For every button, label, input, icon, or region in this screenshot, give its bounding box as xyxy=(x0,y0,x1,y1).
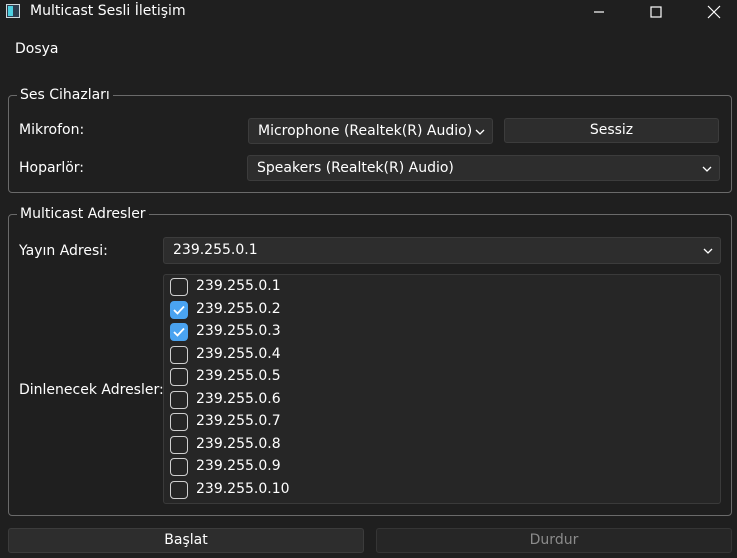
list-item[interactable]: 239.255.0.10 xyxy=(170,480,370,501)
multicast-group: Multicast Adresler Yayın Adresi: 239.255… xyxy=(8,206,732,516)
stop-button-label: Durdur xyxy=(529,532,579,548)
address-checkbox[interactable] xyxy=(170,323,188,341)
maximize-icon xyxy=(650,6,662,18)
speaker-select-value: Speakers (Realtek(R) Audio) xyxy=(257,160,454,176)
devices-group: Ses Cihazları Mikrofon: Microphone (Real… xyxy=(8,87,732,193)
address-label: 239.255.0.6 xyxy=(196,390,281,407)
chevron-down-icon xyxy=(702,166,712,172)
checkmark-icon xyxy=(173,305,185,315)
maximize-button[interactable] xyxy=(633,0,679,24)
close-icon xyxy=(707,5,721,19)
address-checkbox[interactable] xyxy=(170,345,188,364)
chevron-down-icon xyxy=(703,248,713,254)
address-checkbox[interactable] xyxy=(170,300,188,319)
address-label: 239.255.0.3 xyxy=(196,323,281,339)
address-label: 239.255.0.5 xyxy=(196,368,281,384)
list-item[interactable]: 239.255.0.1 xyxy=(170,278,370,298)
speaker-select[interactable]: Speakers (Realtek(R) Audio) xyxy=(247,155,720,181)
address-label: 239.255.0.8 xyxy=(196,435,281,452)
list-item[interactable]: 239.255.0.9 xyxy=(170,458,370,478)
speaker-label: Hoparlör: xyxy=(19,160,84,176)
listen-addresses-list[interactable]: 239.255.0.1 239.255.0.2 239.255.0.3 239.255… xyxy=(163,274,721,504)
address-checkbox[interactable] xyxy=(170,278,188,296)
address-label: 239.255.0.1 xyxy=(196,278,281,294)
list-item[interactable]: 239.255.0.8 xyxy=(170,435,370,456)
address-label: 239.255.0.7 xyxy=(196,413,281,429)
title-bar: Multicast Sesli İletişim xyxy=(0,0,737,24)
stop-button[interactable]: Durdur xyxy=(376,528,732,553)
publish-address-label: Yayın Adresi: xyxy=(19,243,108,259)
address-label: 239.255.0.9 xyxy=(196,458,281,474)
minimize-button[interactable] xyxy=(576,0,622,24)
address-checkbox[interactable] xyxy=(170,480,188,499)
address-checkbox[interactable] xyxy=(170,435,188,454)
start-button[interactable]: Başlat xyxy=(8,528,364,553)
address-checkbox[interactable] xyxy=(170,413,188,431)
address-label: 239.255.0.10 xyxy=(196,480,290,497)
multicast-group-title: Multicast Adresler xyxy=(17,206,149,222)
list-item[interactable]: 239.255.0.6 xyxy=(170,390,370,411)
address-label: 239.255.0.2 xyxy=(196,300,281,317)
mic-select-value: Microphone (Realtek(R) Audio) xyxy=(258,123,473,139)
list-item[interactable]: 239.255.0.3 xyxy=(170,323,370,343)
address-checkbox[interactable] xyxy=(170,390,188,409)
devices-group-title: Ses Cihazları xyxy=(17,87,113,103)
start-button-label: Başlat xyxy=(164,532,208,548)
list-item[interactable]: 239.255.0.4 xyxy=(170,345,370,366)
mic-select[interactable]: Microphone (Realtek(R) Audio) xyxy=(248,118,493,144)
listen-addresses-label: Dinlenecek Adresler: xyxy=(19,382,164,398)
address-label: 239.255.0.4 xyxy=(196,345,281,362)
list-item[interactable]: 239.255.0.2 xyxy=(170,300,370,321)
chevron-down-icon xyxy=(475,129,485,135)
list-item[interactable]: 239.255.0.7 xyxy=(170,413,370,433)
address-checkbox[interactable] xyxy=(170,368,188,386)
publish-address-select[interactable]: 239.255.0.1 xyxy=(163,237,721,264)
mute-button[interactable]: Sessiz xyxy=(504,118,719,143)
menu-item-dosya[interactable]: Dosya xyxy=(15,41,59,57)
minimize-icon xyxy=(594,11,604,13)
window-title: Multicast Sesli İletişim xyxy=(30,3,186,19)
close-button[interactable] xyxy=(691,0,737,24)
mute-button-label: Sessiz xyxy=(589,122,634,138)
publish-address-value: 239.255.0.1 xyxy=(173,242,258,258)
mic-label: Mikrofon: xyxy=(19,122,85,138)
app-icon xyxy=(6,4,20,18)
list-item[interactable]: 239.255.0.5 xyxy=(170,368,370,388)
checkmark-icon xyxy=(173,327,185,337)
address-checkbox[interactable] xyxy=(170,458,188,476)
menu-bar: Dosya xyxy=(0,32,737,62)
